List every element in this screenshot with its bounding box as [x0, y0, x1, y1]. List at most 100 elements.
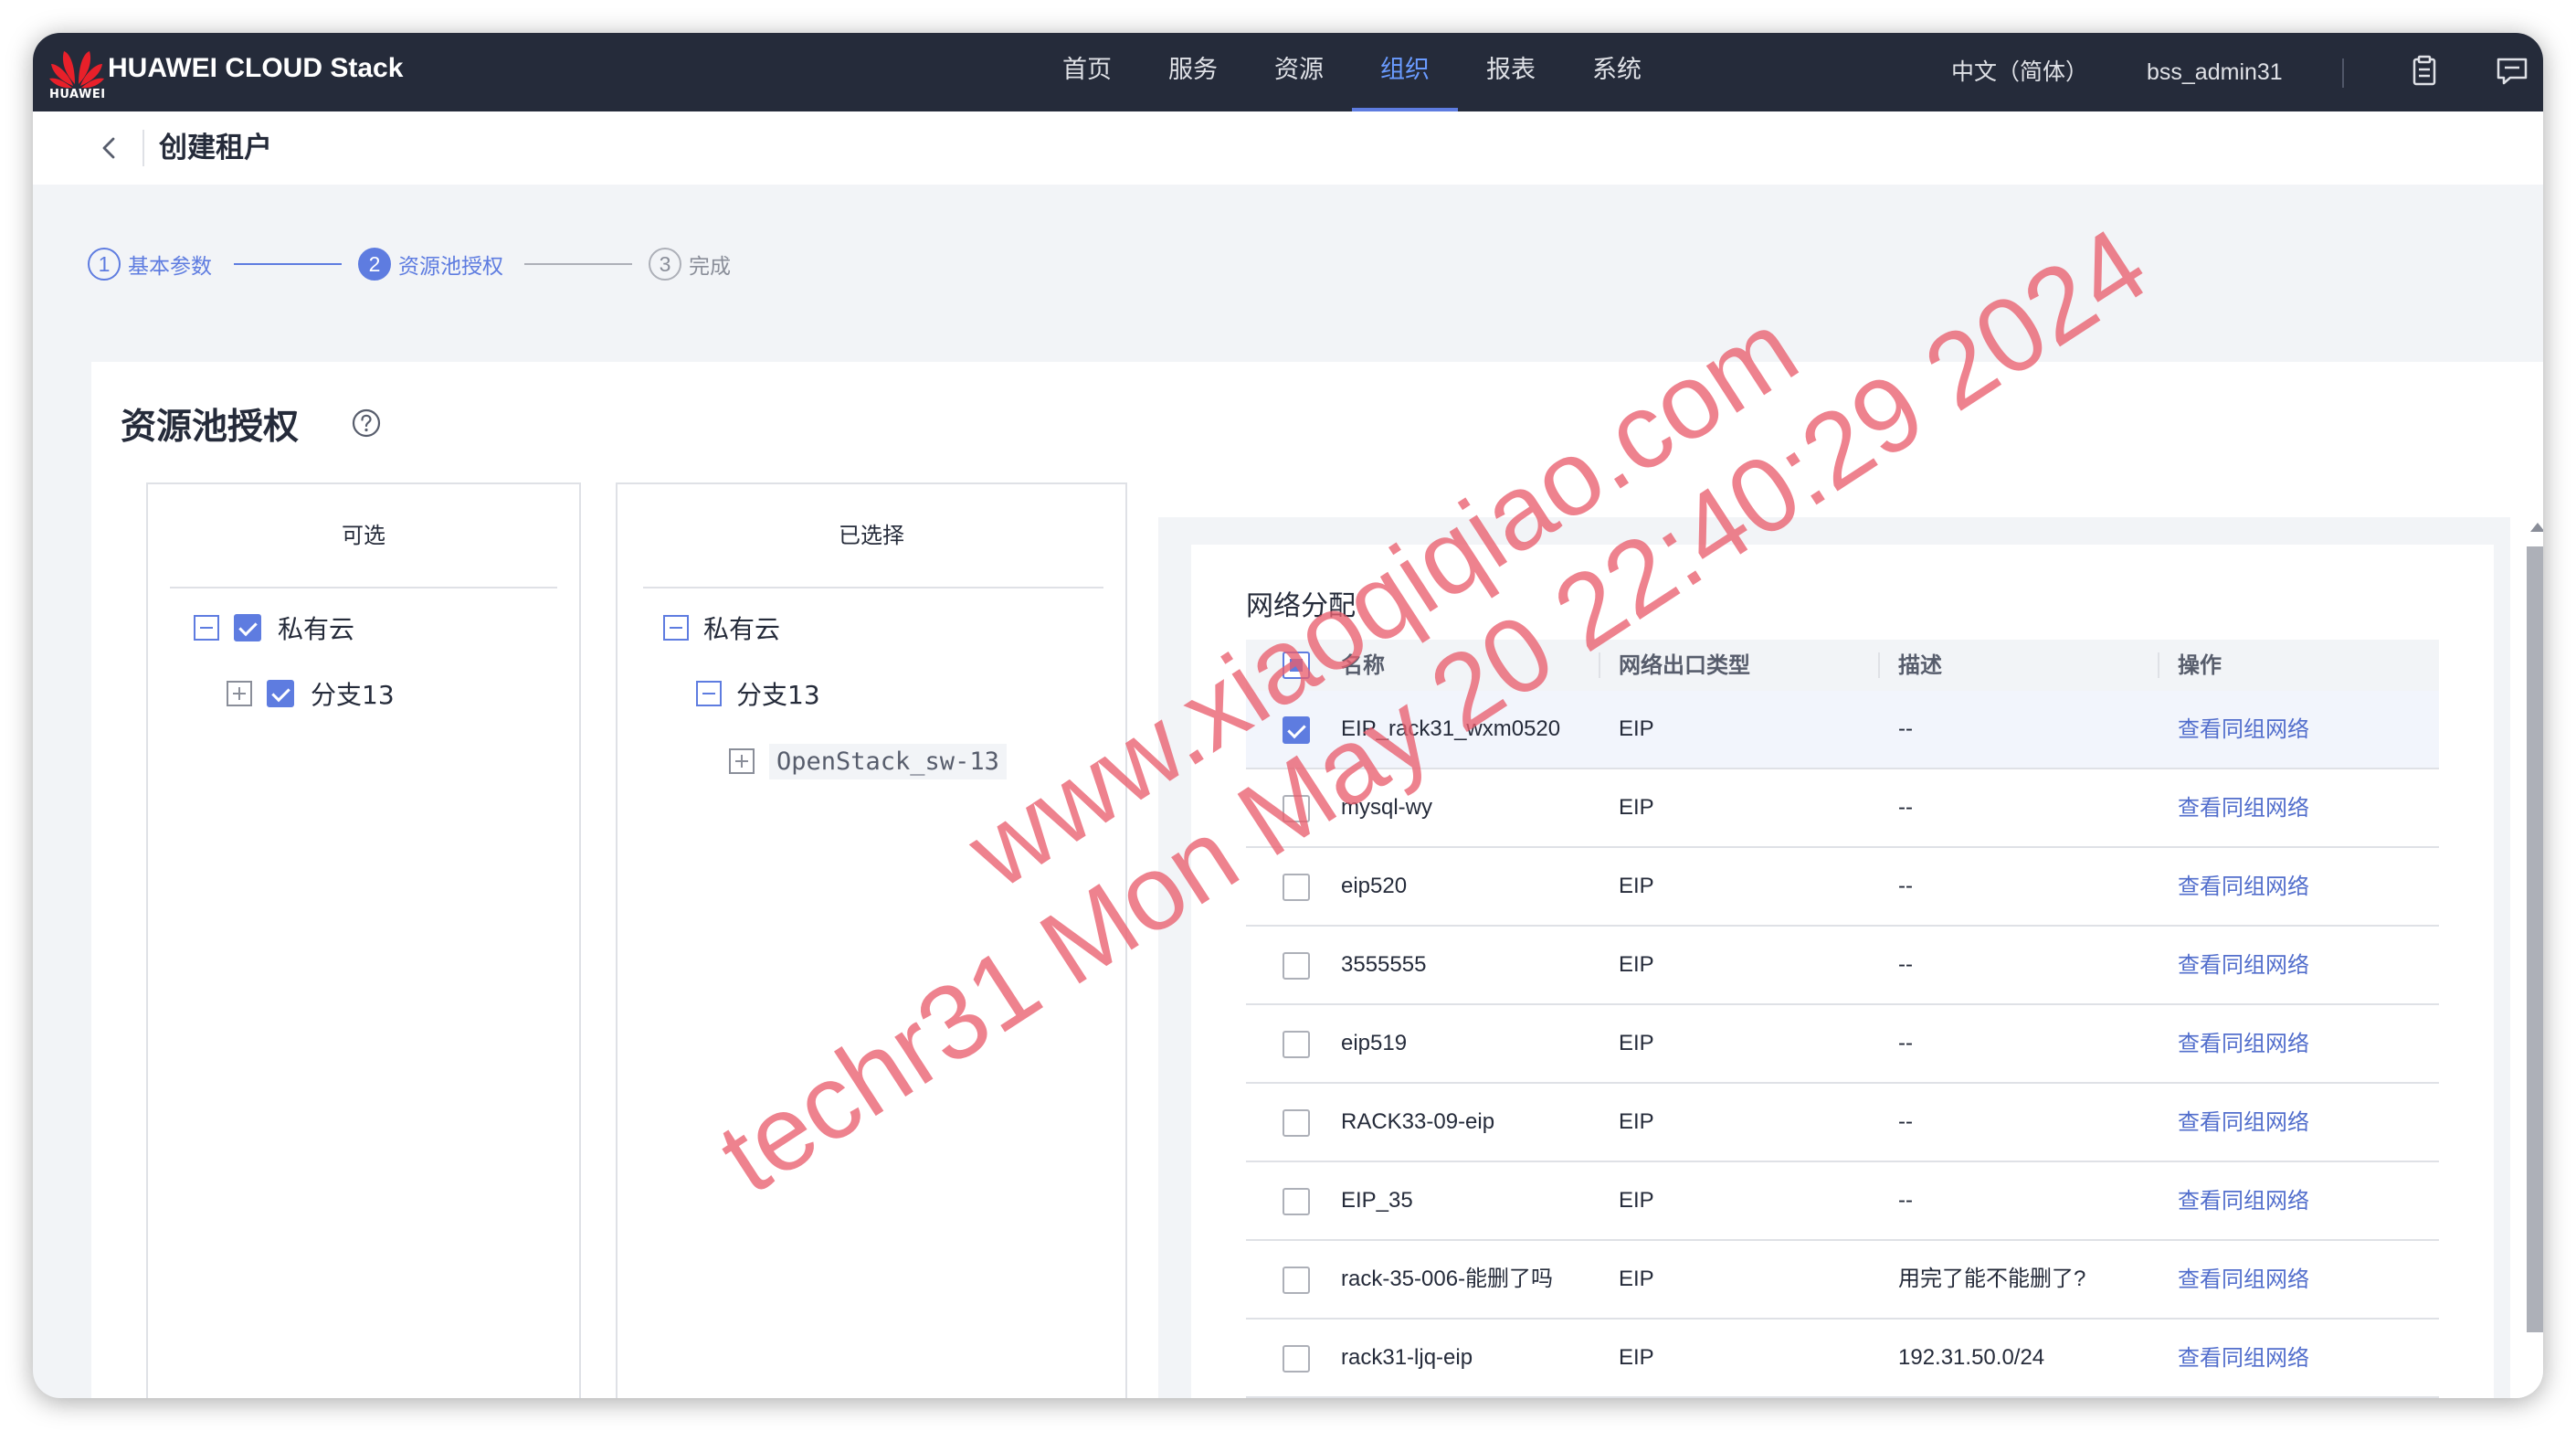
row-checkbox[interactable]	[1283, 1031, 1310, 1058]
step-1: 1 基本参数	[88, 243, 212, 285]
help-icon[interactable]	[351, 408, 382, 439]
network-egress-type: EIP	[1619, 1345, 1654, 1370]
message-icon[interactable]	[2490, 49, 2534, 93]
network-name: mysql-wy	[1341, 795, 1432, 820]
column-divider	[1878, 652, 1880, 678]
available-panel-header: 可选	[342, 523, 385, 548]
row-checkbox[interactable]	[1283, 1109, 1310, 1137]
user-menu[interactable]: bss_admin31	[2147, 33, 2283, 111]
column-action: 操作	[2178, 652, 2222, 678]
step-number: 1	[88, 248, 121, 281]
row-checkbox[interactable]	[1283, 795, 1310, 822]
section-title: 资源池授权	[121, 407, 300, 448]
column-divider	[2158, 652, 2159, 678]
network-description: --	[1898, 874, 1913, 898]
scrollbar-thumb[interactable]	[2527, 546, 2543, 1332]
table-row[interactable]: rack31-ljq-eip EIP 192.31.50.0/24 查看同组网络	[1246, 1320, 2439, 1398]
node-checkbox[interactable]	[267, 680, 294, 707]
table-row[interactable]: 3555555 EIP -- 查看同组网络	[1246, 927, 2439, 1005]
column-description: 描述	[1898, 652, 1942, 678]
row-checkbox[interactable]	[1283, 1267, 1310, 1294]
back-arrow-icon[interactable]	[93, 132, 126, 164]
breadcrumb-divider	[143, 130, 144, 166]
collapse-toggle-icon[interactable]	[663, 615, 689, 641]
nav-item-home[interactable]: 首页	[1034, 33, 1140, 111]
view-same-group-network-link[interactable]: 查看同组网络	[2178, 927, 2309, 1003]
tree-node-label: 分支13	[736, 680, 820, 710]
table-row[interactable]: EIP_rack31_wxm0520 EIP -- 查看同组网络	[1246, 691, 2439, 769]
step-2: 2 资源池授权	[358, 243, 503, 285]
expand-toggle-icon[interactable]	[227, 681, 252, 706]
tree-node-private-cloud: 私有云	[194, 607, 354, 649]
nav-item-resources[interactable]: 资源	[1246, 33, 1352, 111]
table-row[interactable]: rack-35-006-能删了吗 EIP 用完了能不能删了? 查看同组网络	[1246, 1241, 2439, 1320]
network-egress-type: EIP	[1619, 874, 1654, 898]
network-description: 用完了能不能删了?	[1898, 1267, 2086, 1291]
selected-panel-header: 已选择	[839, 523, 904, 548]
tree-node-label: 私有云	[278, 614, 355, 644]
tree-node-label: OpenStack_sw-13	[769, 743, 1007, 779]
row-checkbox[interactable]	[1283, 716, 1310, 744]
page-title: 创建租户	[159, 132, 272, 164]
nav-item-services[interactable]: 服务	[1140, 33, 1246, 111]
step-number: 2	[358, 248, 391, 281]
view-same-group-network-link[interactable]: 查看同组网络	[2178, 691, 2309, 768]
column-divider	[1599, 652, 1600, 678]
column-name: 名称	[1341, 652, 1385, 678]
table-row[interactable]: RACK33-09-eip EIP -- 查看同组网络	[1246, 1084, 2439, 1162]
network-name: 3555555	[1341, 952, 1427, 977]
network-name: eip520	[1341, 874, 1408, 898]
column-egress-type: 网络出口类型	[1619, 652, 1750, 678]
view-same-group-network-link[interactable]: 查看同组网络	[2178, 848, 2309, 925]
breadcrumb-bar: 创建租户	[33, 111, 2543, 185]
view-same-group-network-link[interactable]: 查看同组网络	[2178, 1005, 2309, 1082]
network-egress-type: EIP	[1619, 1109, 1654, 1134]
view-same-group-network-link[interactable]: 查看同组网络	[2178, 1162, 2309, 1239]
network-egress-type: EIP	[1619, 795, 1654, 820]
table-row[interactable]: eip519 EIP -- 查看同组网络	[1246, 1005, 2439, 1084]
row-checkbox[interactable]	[1283, 1345, 1310, 1373]
row-checkbox[interactable]	[1283, 952, 1310, 980]
available-tree-panel: 可选 私有云 分支13	[146, 482, 581, 1398]
table-row[interactable]: eip520 EIP -- 查看同组网络	[1246, 848, 2439, 927]
node-checkbox[interactable]	[234, 614, 261, 641]
network-description: --	[1898, 1109, 1913, 1134]
row-checkbox[interactable]	[1283, 1188, 1310, 1215]
step-connector	[234, 263, 342, 265]
network-egress-type: EIP	[1619, 716, 1654, 741]
row-checkbox[interactable]	[1283, 874, 1310, 901]
brand-logo[interactable]: HUAWEI HUAWEI CLOUD Stack	[48, 40, 403, 106]
language-switcher[interactable]: 中文（简体）	[1951, 33, 2088, 111]
collapse-toggle-icon[interactable]	[194, 615, 219, 641]
network-name: RACK33-09-eip	[1341, 1109, 1495, 1134]
network-description: --	[1898, 952, 1913, 977]
tree-node-branch13: 分支13	[227, 673, 395, 715]
clipboard-icon[interactable]	[2402, 49, 2446, 93]
collapse-toggle-icon[interactable]	[696, 681, 722, 706]
expand-toggle-icon[interactable]	[729, 748, 755, 774]
tree-node-openstack[interactable]: OpenStack_sw-13	[729, 733, 1007, 790]
top-nav-bar: HUAWEI HUAWEI CLOUD Stack 首页 服务 资源 组织 报表…	[33, 33, 2543, 111]
vertical-scrollbar[interactable]	[2523, 519, 2543, 1398]
nav-item-organization[interactable]: 组织	[1352, 33, 1458, 111]
panel-divider	[643, 587, 1103, 588]
view-same-group-network-link[interactable]: 查看同组网络	[2178, 1084, 2309, 1161]
step-label: 完成	[689, 255, 731, 279]
step-label: 基本参数	[128, 255, 212, 279]
step-number: 3	[649, 248, 681, 281]
network-egress-type: EIP	[1619, 1031, 1654, 1055]
app-window: HUAWEI HUAWEI CLOUD Stack 首页 服务 资源 组织 报表…	[33, 33, 2543, 1398]
view-same-group-network-link[interactable]: 查看同组网络	[2178, 1320, 2309, 1396]
step-3: 3 完成	[649, 243, 731, 285]
table-row[interactable]: EIP_35 EIP -- 查看同组网络	[1246, 1162, 2439, 1241]
network-egress-type: EIP	[1619, 952, 1654, 977]
view-same-group-network-link[interactable]: 查看同组网络	[2178, 769, 2309, 846]
view-same-group-network-link[interactable]: 查看同组网络	[2178, 1241, 2309, 1318]
table-row[interactable]: mysql-wy EIP -- 查看同组网络	[1246, 769, 2439, 848]
network-description: --	[1898, 1188, 1913, 1213]
network-name: eip519	[1341, 1031, 1408, 1055]
select-all-checkbox[interactable]	[1283, 652, 1310, 679]
nav-item-system[interactable]: 系统	[1564, 33, 1670, 111]
nav-item-reports[interactable]: 报表	[1458, 33, 1564, 111]
scroll-up-arrow-icon[interactable]	[2530, 523, 2543, 532]
